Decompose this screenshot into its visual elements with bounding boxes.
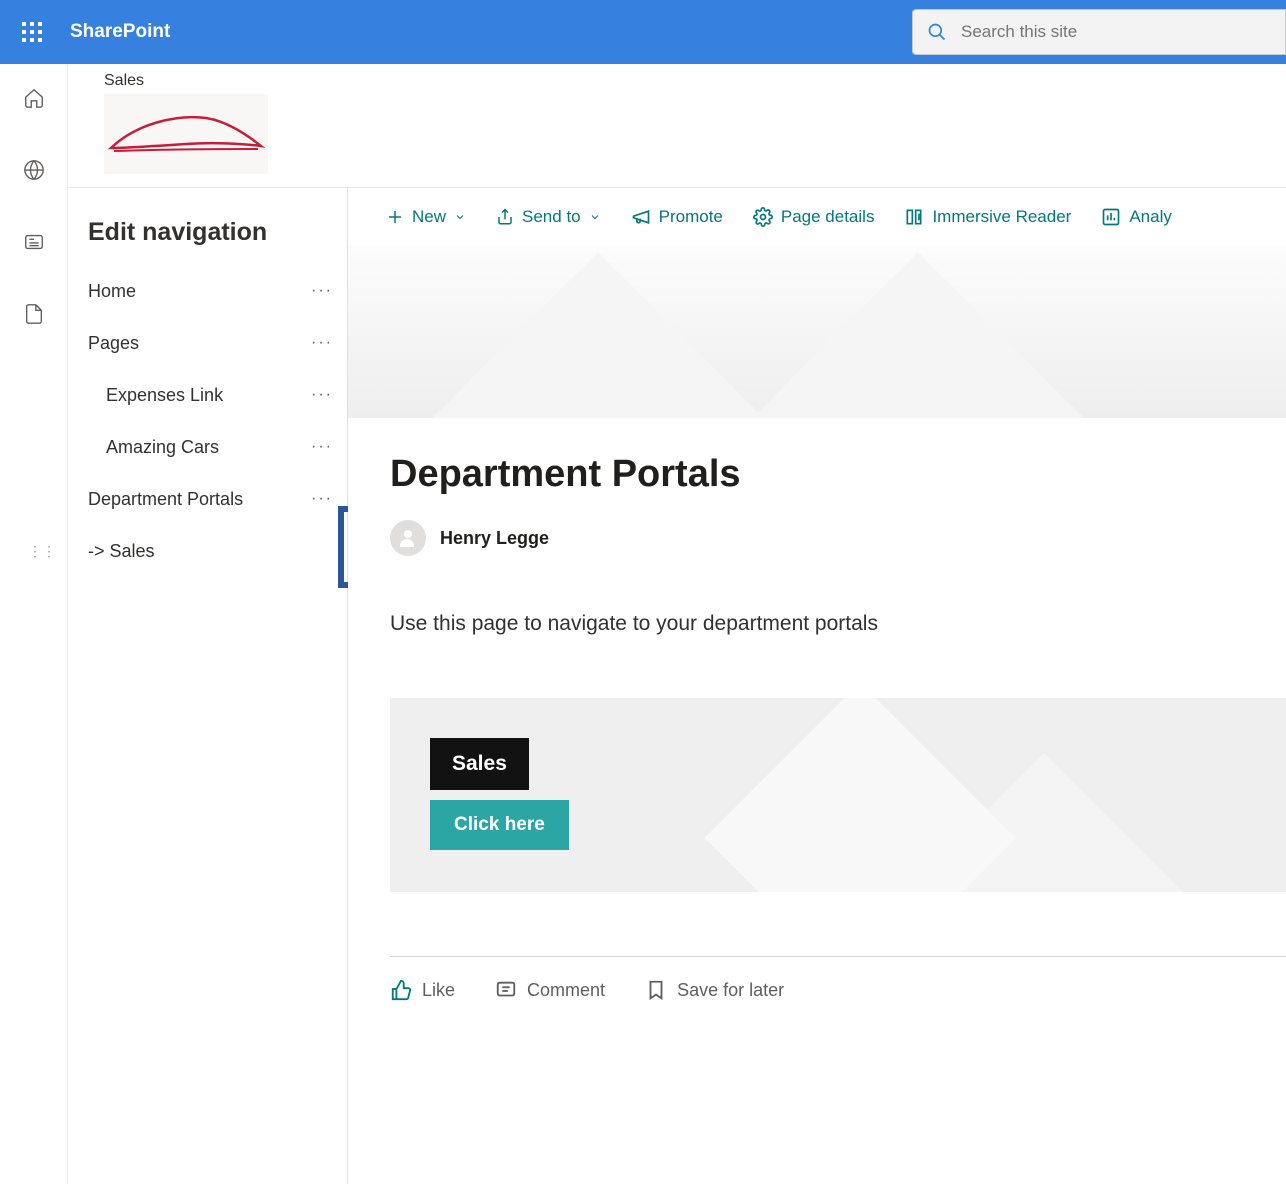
page-details-label: Page details <box>781 207 875 227</box>
new-label: New <box>412 207 446 227</box>
search-box[interactable] <box>912 9 1286 55</box>
edit-navigation-panel: Edit navigation Home ··· Pages ··· Expen… <box>68 188 348 1184</box>
comment-button[interactable]: Comment <box>495 979 605 1001</box>
hero-card: Sales Click here <box>390 698 1286 892</box>
nav-item-department-portals[interactable]: Department Portals ··· <box>68 473 347 525</box>
more-icon[interactable]: ··· <box>311 334 333 352</box>
nav-item-label: Pages <box>88 333 139 354</box>
like-icon <box>390 979 412 1001</box>
body: Sales Edit navigation Home ··· Pages ·· <box>0 64 1286 1184</box>
more-icon[interactable]: ··· <box>311 438 333 456</box>
nav-item-label: Department Portals <box>88 489 243 510</box>
chevron-down-icon <box>454 211 466 223</box>
plus-icon <box>386 208 404 226</box>
divider <box>390 956 1286 957</box>
promote-label: Promote <box>659 207 723 227</box>
app-launcher-icon[interactable] <box>12 12 52 52</box>
avatar[interactable] <box>390 520 426 556</box>
site-header: Sales <box>68 64 1286 188</box>
search-input[interactable] <box>961 22 1271 42</box>
chart-icon <box>1101 207 1121 227</box>
more-icon[interactable]: ··· <box>311 386 333 404</box>
analytics-button[interactable]: Analy <box>1101 207 1172 227</box>
site-logo[interactable] <box>104 94 268 174</box>
save-label: Save for later <box>677 980 784 1001</box>
car-logo-icon <box>106 106 266 166</box>
edit-navigation-title: Edit navigation <box>68 218 347 265</box>
nav-item-amazing-cars[interactable]: Amazing Cars ··· <box>68 421 347 473</box>
new-button[interactable]: New <box>386 207 466 227</box>
nav-item-home[interactable]: Home ··· <box>68 265 347 317</box>
file-icon[interactable] <box>14 294 54 334</box>
megaphone-icon <box>631 207 651 227</box>
bookmark-icon <box>645 979 667 1001</box>
page-area: New Send to Promote Page details <box>348 188 1286 1184</box>
more-icon[interactable]: ··· <box>311 282 333 300</box>
page-title: Department Portals <box>390 453 1286 496</box>
immersive-label: Immersive Reader <box>932 207 1071 227</box>
comment-label: Comment <box>527 980 605 1001</box>
command-bar: New Send to Promote Page details <box>348 188 1286 246</box>
page-description: Use this page to navigate to your depart… <box>390 612 1286 636</box>
comment-icon <box>495 979 517 1001</box>
nav-item-label: -> Sales <box>88 541 155 562</box>
like-label: Like <box>422 980 455 1001</box>
person-icon <box>396 526 420 550</box>
immersive-reader-button[interactable]: Immersive Reader <box>904 207 1071 227</box>
drag-handle-icon[interactable]: ⋮⋮ <box>28 543 56 560</box>
site-name-label: Sales <box>104 72 1286 90</box>
nav-item-label: Amazing Cars <box>106 437 219 458</box>
page-banner <box>348 246 1286 418</box>
suite-header: SharePoint <box>0 0 1286 64</box>
globe-icon[interactable] <box>14 150 54 190</box>
content-area: Sales Edit navigation Home ··· Pages ·· <box>68 64 1286 1184</box>
app-rail <box>0 64 68 1184</box>
chevron-down-icon <box>589 211 601 223</box>
home-icon[interactable] <box>14 78 54 118</box>
share-icon <box>496 208 514 226</box>
nav-item-label: Expenses Link <box>106 385 223 406</box>
news-icon[interactable] <box>14 222 54 262</box>
nav-item-pages[interactable]: Pages ··· <box>68 317 347 369</box>
nav-item-sales[interactable]: ⋮⋮ -> Sales <box>68 525 347 577</box>
more-icon[interactable]: ··· <box>311 490 333 508</box>
save-button[interactable]: Save for later <box>645 979 784 1001</box>
send-to-label: Send to <box>522 207 581 227</box>
main-row: Edit navigation Home ··· Pages ··· Expen… <box>68 188 1286 1184</box>
click-here-button[interactable]: Click here <box>430 800 569 850</box>
like-button[interactable]: Like <box>390 979 455 1001</box>
nav-item-expenses-link[interactable]: Expenses Link ··· <box>68 369 347 421</box>
article: Department Portals Henry Legge Use this … <box>348 417 1286 1001</box>
author-row: Henry Legge <box>390 520 1286 556</box>
nav-item-label: Home <box>88 281 136 302</box>
author-name[interactable]: Henry Legge <box>440 528 549 549</box>
promote-button[interactable]: Promote <box>631 207 723 227</box>
book-audio-icon <box>904 207 924 227</box>
hero-card-title: Sales <box>430 738 529 790</box>
gear-icon <box>753 207 773 227</box>
page-details-button[interactable]: Page details <box>753 207 875 227</box>
analytics-label: Analy <box>1129 207 1172 227</box>
reactions-bar: Like Comment Save for later <box>390 979 1286 1001</box>
search-icon <box>927 22 947 42</box>
send-to-button[interactable]: Send to <box>496 207 601 227</box>
app-name-label[interactable]: SharePoint <box>70 21 170 43</box>
